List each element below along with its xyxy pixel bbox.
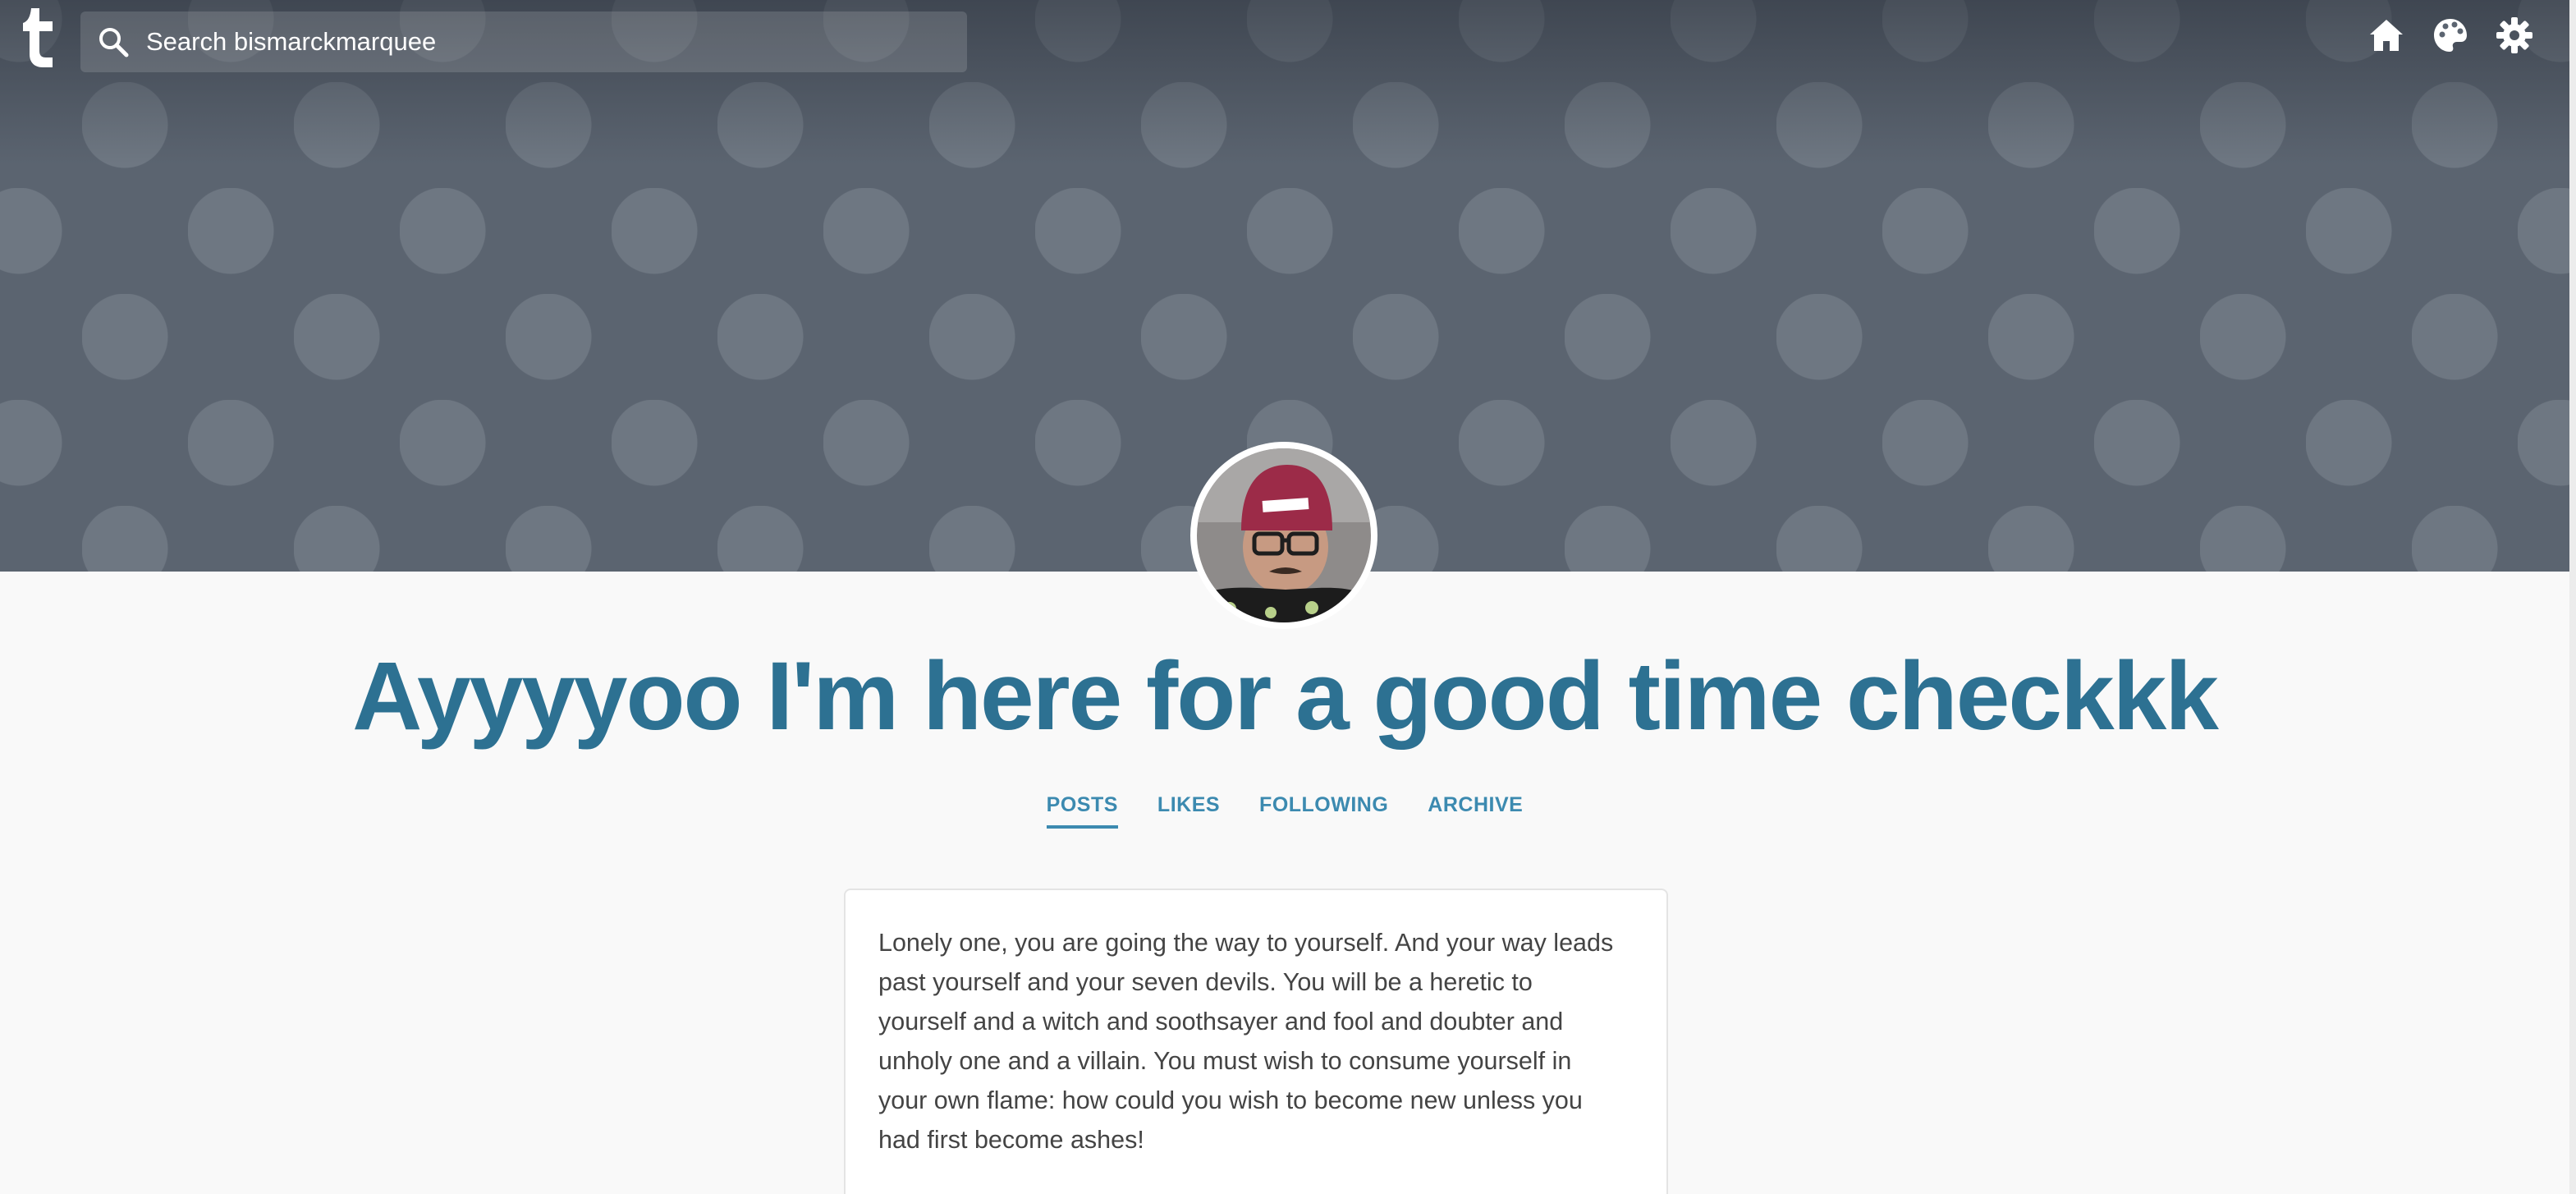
- tab-following[interactable]: FOLLOWING: [1259, 793, 1388, 829]
- tumblr-logo-icon[interactable]: [20, 8, 61, 67]
- palette-icon[interactable]: [2432, 16, 2469, 54]
- post-card: Lonely one, you are going the way to you…: [844, 889, 1668, 1194]
- tab-archive[interactable]: ARCHIVE: [1428, 793, 1523, 829]
- blog-page: Ayyyyoo I'm here for a good time checkkk…: [0, 0, 2576, 1194]
- search-bar[interactable]: [80, 11, 967, 72]
- blog-nav-tabs: POSTS LIKES FOLLOWING ARCHIVE: [0, 793, 2569, 829]
- search-icon: [97, 25, 130, 58]
- gear-icon[interactable]: [2496, 16, 2533, 54]
- avatar[interactable]: [1190, 442, 1377, 629]
- post-text: Lonely one, you are going the way to you…: [878, 929, 1614, 1154]
- tab-likes[interactable]: LIKES: [1157, 793, 1220, 829]
- home-icon[interactable]: [2367, 16, 2405, 54]
- scrollbar[interactable]: [2569, 0, 2576, 1194]
- tab-posts[interactable]: POSTS: [1046, 793, 1118, 829]
- top-actions: [2367, 16, 2533, 54]
- avatar-image: [1197, 448, 1371, 622]
- blog-title[interactable]: Ayyyyoo I'm here for a good time checkkk: [0, 641, 2569, 752]
- search-input[interactable]: [144, 26, 887, 57]
